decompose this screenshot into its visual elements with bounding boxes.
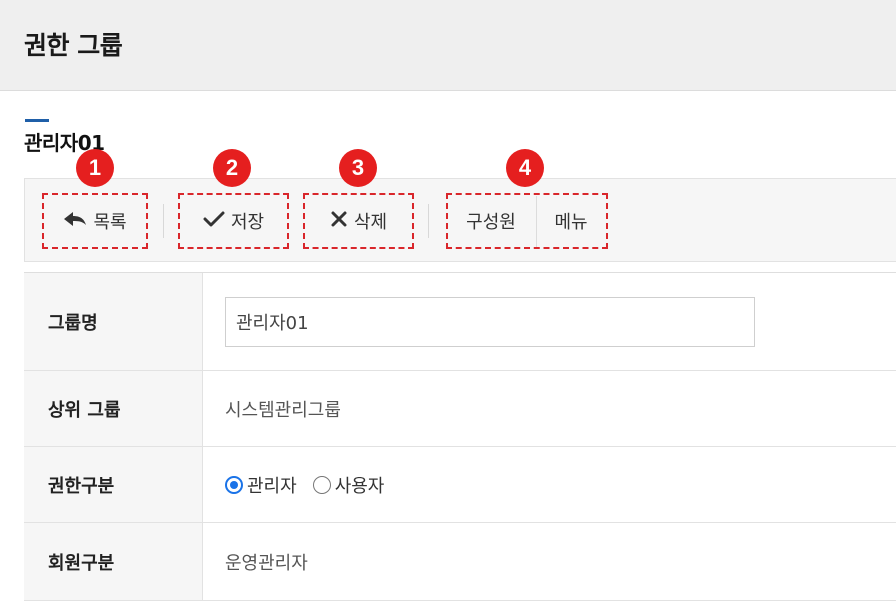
auth-type-option-user[interactable]: 사용자: [312, 472, 385, 498]
callout-badge-1: 1: [76, 149, 114, 187]
member-type-label: 회원구분: [24, 523, 203, 600]
page-title: 권한 그룹: [24, 31, 123, 60]
annotation-box-2: [178, 193, 289, 249]
auth-type-radio-group: 관리자 사용자: [225, 472, 394, 498]
auth-type-label: 권한구분: [24, 447, 203, 522]
radio-checked-icon[interactable]: [225, 475, 243, 494]
form-row-member-type: 회원구분 운영관리자: [24, 523, 896, 601]
annotation-box-4: [446, 193, 608, 249]
section-accent-line: [25, 119, 49, 122]
toolbar-separator: [428, 204, 429, 238]
callout-badge-3: 3: [339, 149, 377, 187]
form-row-group-name: 그룹명: [24, 273, 896, 371]
annotation-box-3: [303, 193, 414, 249]
group-name-input[interactable]: [225, 296, 755, 347]
callout-badge-2: 2: [213, 149, 251, 187]
group-form: 그룹명 상위 그룹 시스템관리그룹 권한구분 관리자 사용자 회원구분 운영관리…: [24, 272, 896, 601]
callout-badge-4: 4: [506, 149, 544, 187]
page-header: 권한 그룹: [0, 0, 896, 91]
member-type-value: 운영관리자: [225, 552, 308, 574]
parent-group-value: 시스템관리그룹: [225, 399, 341, 421]
auth-type-option-label: 사용자: [334, 475, 385, 497]
form-row-auth-type: 권한구분 관리자 사용자: [24, 447, 896, 523]
auth-type-option-admin[interactable]: 관리자: [225, 472, 297, 498]
annotation-box-1: [42, 193, 148, 249]
form-row-parent-group: 상위 그룹 시스템관리그룹: [24, 371, 896, 447]
group-name-label: 그룹명: [24, 273, 203, 370]
parent-group-label: 상위 그룹: [24, 371, 203, 446]
radio-unchecked-icon[interactable]: [312, 475, 331, 494]
toolbar-separator: [163, 204, 164, 238]
auth-type-option-label: 관리자: [247, 475, 297, 497]
